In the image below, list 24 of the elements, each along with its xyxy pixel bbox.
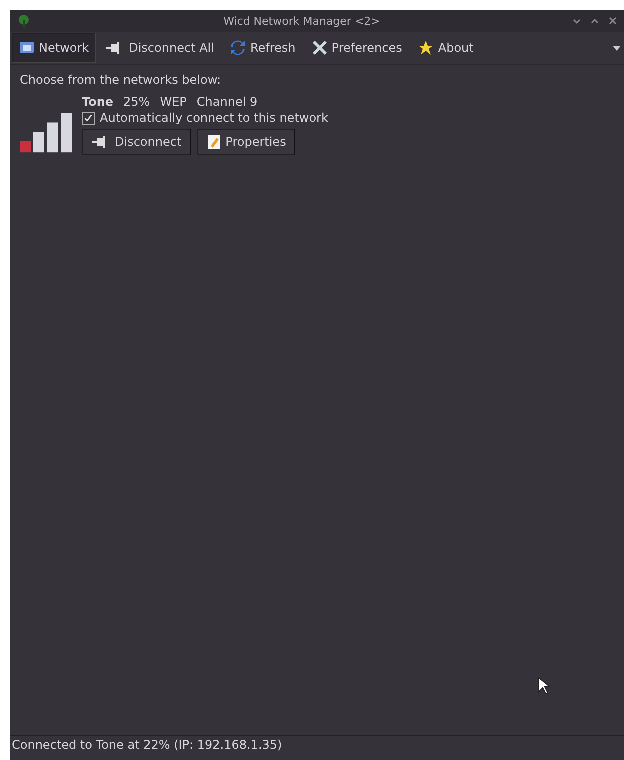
tools-icon [312,40,328,56]
mouse-cursor-icon [538,677,550,695]
checkbox[interactable] [82,112,95,124]
toolbar-button[interactable]: About [411,33,481,63]
overflow-arrow-icon[interactable] [612,43,622,53]
prompt-text: Choose from the networks below: [20,73,222,87]
refresh-icon [230,40,246,56]
star-icon [418,40,434,56]
monitor-icon [19,40,35,56]
maximize-icon[interactable] [590,16,600,26]
properties-button[interactable]: Properties [196,129,296,155]
encryption-type: WEP [160,95,187,109]
toolbar-button[interactable]: Network [12,33,96,63]
disconnect-button[interactable]: Disconnect [82,129,191,155]
toolbar-button[interactable]: Preferences [304,33,410,63]
document-pencil-icon [206,134,222,150]
channel-label: Channel 9 [196,95,258,109]
signal-percent: 25% [124,95,150,109]
checkbox-label: Automatically connect to this network [100,111,328,125]
toolbar-button[interactable]: Disconnect All [98,33,222,63]
close-icon[interactable] [608,16,618,26]
network-name: Tone [82,95,114,109]
toolbar-button[interactable]: Refresh [223,33,303,63]
window-title: Wicd Network Manager <2> [222,14,382,28]
